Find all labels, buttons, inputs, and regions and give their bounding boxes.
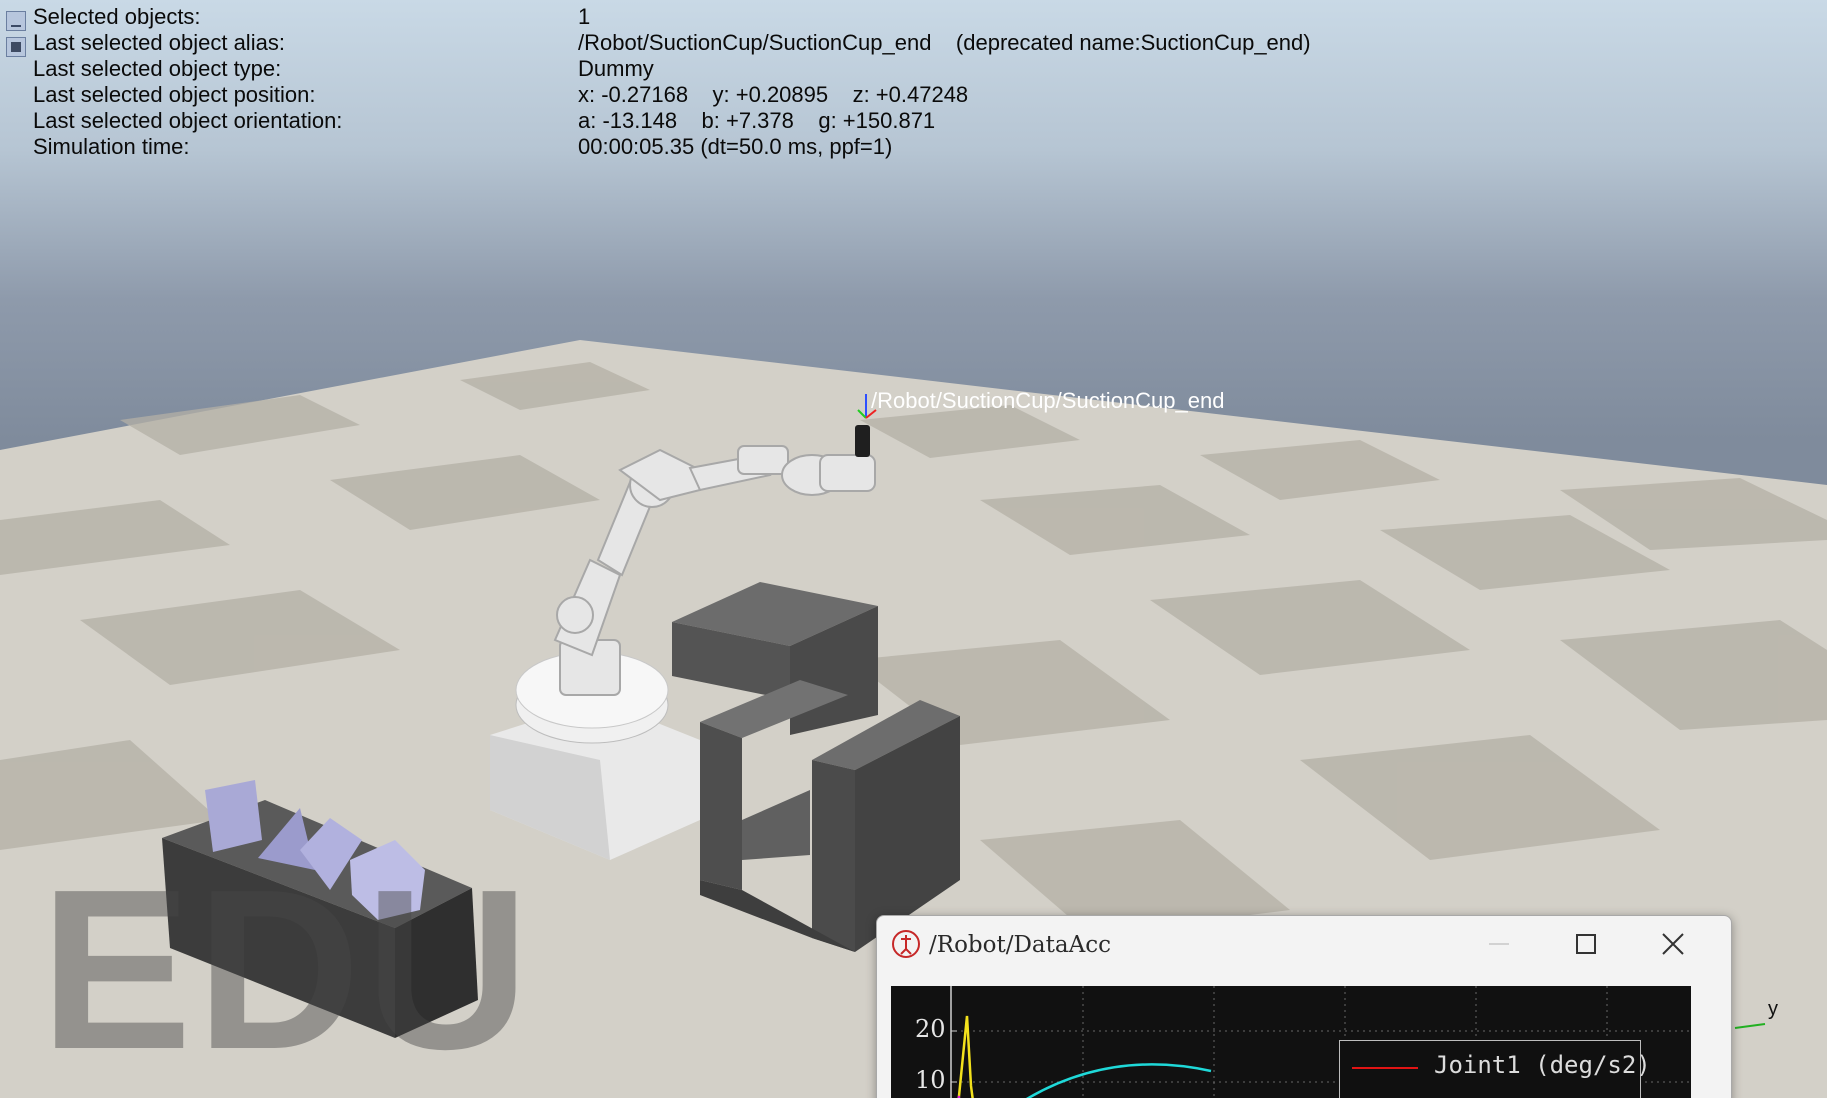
- suction-cup: [855, 425, 870, 457]
- y-tick-label: 20: [915, 1015, 946, 1043]
- series-yellow: [957, 1015, 974, 1098]
- info-value: 00:00:05.35 (dt=50.0 ms, ppf=1): [578, 134, 893, 159]
- info-row: Simulation time: 00:00:05.35 (dt=50.0 ms,…: [0, 134, 1827, 160]
- selected-object-label: /Robot/SuctionCup/SuctionCup_end: [871, 388, 1225, 413]
- block-u-front: [700, 722, 742, 890]
- app-logo-icon: [892, 930, 920, 958]
- info-panel: Selected objects: 1 Last selected object …: [0, 4, 1827, 160]
- graph-window[interactable]: /Robot/DataAcc 20 10 Joint1 (deg/s2): [876, 915, 1732, 1098]
- info-row: Selected objects: 1: [0, 4, 1827, 30]
- block-u-right-front: [812, 760, 855, 952]
- info-label: Last selected object orientation:: [33, 108, 343, 133]
- close-icon[interactable]: [1653, 926, 1693, 962]
- info-label: Selected objects:: [33, 4, 201, 29]
- info-label: Last selected object alias:: [33, 30, 285, 55]
- graph-plot-area[interactable]: 20 10 Joint1 (deg/s2): [891, 986, 1691, 1098]
- edu-watermark: EDU: [40, 843, 534, 1097]
- graph-window-title: /Robot/DataAcc: [929, 932, 1111, 958]
- plot-legend: Joint1 (deg/s2): [1339, 1040, 1651, 1098]
- info-value: x: -0.27168 y: +0.20895 z: +0.47248: [578, 82, 969, 107]
- info-value: Dummy: [578, 56, 654, 81]
- axis-y-label: y: [1768, 998, 1778, 1020]
- info-value: 1: [578, 4, 591, 29]
- info-label: Simulation time:: [33, 134, 190, 159]
- info-label: Last selected object type:: [33, 56, 282, 81]
- info-row: Last selected object type: Dummy: [0, 56, 1827, 82]
- info-row: Last selected object alias: /Robot/Suctio…: [0, 30, 1827, 56]
- info-value: a: -13.148 b: +7.378 g: +150.871: [578, 108, 936, 133]
- legend-entry: Joint1 (deg/s2): [1434, 1051, 1651, 1079]
- legend-swatch: [1352, 1067, 1418, 1069]
- info-value: /Robot/SuctionCup/SuctionCup_end (deprec…: [578, 30, 1311, 55]
- info-row: Last selected object orientation: a: -13.…: [0, 108, 1827, 134]
- info-label: Last selected object position:: [33, 82, 316, 107]
- minimize-icon[interactable]: [1479, 926, 1519, 962]
- cube-1: [205, 780, 262, 852]
- info-row: Last selected object position: x: -0.2716…: [0, 82, 1827, 108]
- series-cyan: [1026, 1063, 1212, 1098]
- maximize-icon[interactable]: [1566, 926, 1606, 962]
- scene-viewport[interactable]: Selected objects: 1 Last selected object …: [0, 0, 1827, 1098]
- y-tick-label: 10: [915, 1066, 946, 1094]
